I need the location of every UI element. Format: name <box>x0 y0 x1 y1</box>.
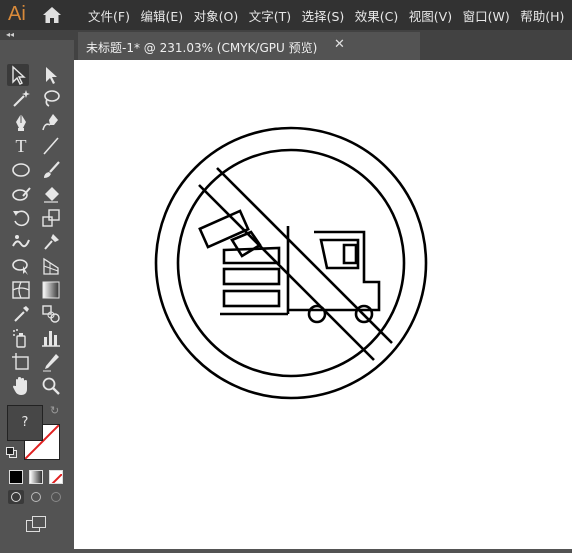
fill-swatch[interactable]: ? <box>7 405 43 441</box>
hand-tool-icon[interactable] <box>10 375 32 397</box>
menu-file[interactable]: 文件(F) <box>88 6 130 25</box>
menu-window[interactable]: 窗口(W) <box>463 6 510 25</box>
selection-tool-icon[interactable] <box>7 64 29 86</box>
line-segment-tool-icon[interactable] <box>40 135 62 157</box>
menu-bar: Ai 文件(F) 编辑(E) 对象(O) 文字(T) 选择(S) 效果(C) 视… <box>0 0 572 30</box>
scale-tool-icon[interactable] <box>40 207 62 229</box>
tilted-box <box>198 209 250 249</box>
draw-behind-button[interactable] <box>28 490 44 504</box>
home-icon[interactable] <box>42 6 62 24</box>
menu-effect[interactable]: 效果(C) <box>355 6 398 25</box>
none-mode-button[interactable] <box>49 470 63 484</box>
collapse-icon[interactable]: ◂◂ <box>6 31 14 39</box>
document-tab-title: 未标题-1* @ 231.03% (CMYK/GPU 预览) <box>86 41 318 55</box>
tools-panel: ◂◂ T ? ↻ <box>0 30 74 549</box>
symbol-sprayer-tool-icon[interactable] <box>10 327 32 349</box>
paintbrush-tool-icon[interactable] <box>40 159 62 181</box>
draw-normal-button[interactable] <box>8 490 24 504</box>
pen-tool-icon[interactable] <box>10 111 32 133</box>
draw-inside-button[interactable] <box>48 490 64 504</box>
default-fill-stroke-icon[interactable] <box>6 447 17 458</box>
type-tool-icon[interactable]: T <box>10 135 32 157</box>
gradient-tool-icon[interactable] <box>40 279 62 301</box>
menu-edit[interactable]: 编辑(E) <box>140 6 183 25</box>
sign-inner-ring <box>176 148 406 378</box>
curvature-tool-icon[interactable] <box>40 111 62 133</box>
document-tab-bar: 未标题-1* @ 231.03% (CMYK/GPU 预览) ✕ <box>74 30 572 60</box>
main-menu: 文件(F) 编辑(E) 对象(O) 文字(T) 选择(S) 效果(C) 视图(V… <box>88 0 572 30</box>
magic-wand-tool-icon[interactable] <box>10 87 32 109</box>
artboard-tool-icon[interactable] <box>10 351 32 373</box>
none-mode-icon <box>51 473 62 483</box>
rotate-tool-icon[interactable] <box>10 207 32 229</box>
load-box-bottom <box>222 289 281 308</box>
slice-tool-icon[interactable] <box>40 351 62 373</box>
direct-selection-tool-icon[interactable] <box>40 64 62 86</box>
menu-view[interactable]: 视图(V) <box>409 6 452 25</box>
perspective-grid-tool-icon[interactable] <box>40 255 62 277</box>
ellipse-tool-icon[interactable] <box>10 159 32 181</box>
column-graph-tool-icon[interactable] <box>40 327 62 349</box>
forklift-cab <box>288 230 381 312</box>
swap-fill-stroke-icon[interactable]: ↻ <box>50 404 59 417</box>
zoom-tool-icon[interactable] <box>40 375 62 397</box>
menu-object[interactable]: 对象(O) <box>194 6 239 25</box>
screen-mode-icon[interactable] <box>26 516 48 532</box>
app-logo: Ai <box>8 3 26 25</box>
blend-tool-icon[interactable] <box>40 303 62 325</box>
fill-swatch-placeholder: ? <box>21 415 29 430</box>
tools-panel-header: ◂◂ <box>0 30 74 40</box>
eyedropper-tool-icon[interactable] <box>10 303 32 325</box>
eraser-tool-icon[interactable] <box>40 183 62 205</box>
forklift-seat <box>342 243 358 265</box>
width-tool-icon[interactable] <box>10 231 32 253</box>
mesh-tool-icon[interactable] <box>10 279 32 301</box>
menu-type[interactable]: 文字(T) <box>249 6 291 25</box>
puppet-warp-tool-icon[interactable] <box>40 231 62 253</box>
close-icon[interactable]: ✕ <box>334 37 345 52</box>
forklift-wheel-front <box>307 304 327 324</box>
menu-select[interactable]: 选择(S) <box>302 6 345 25</box>
lasso-tool-icon[interactable] <box>40 87 62 109</box>
forklift-prohibition-sign <box>154 126 428 400</box>
color-mode-button[interactable] <box>9 470 23 484</box>
menu-help[interactable]: 帮助(H) <box>520 6 564 25</box>
load-box-top <box>222 267 281 286</box>
document-tab[interactable]: 未标题-1* @ 231.03% (CMYK/GPU 预览) ✕ <box>78 32 420 60</box>
shaper-tool-icon[interactable] <box>10 183 32 205</box>
sign-outer-ring <box>154 126 428 400</box>
gradient-mode-button[interactable] <box>29 470 43 484</box>
shape-builder-tool-icon[interactable] <box>10 255 32 277</box>
artboard-canvas[interactable] <box>74 60 572 549</box>
